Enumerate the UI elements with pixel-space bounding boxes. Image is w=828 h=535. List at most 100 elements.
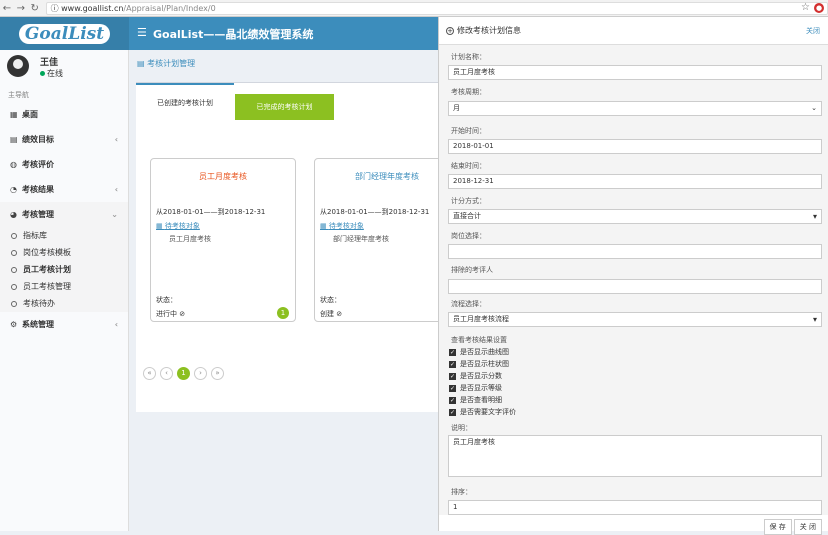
- subitem-employee-plan[interactable]: 员工考核计划: [0, 261, 128, 278]
- plan-panel: 已创建的考核计划 已完成的考核计划 员工月度考核 从2018-01-01——到2…: [136, 82, 460, 412]
- browser-bar: ← → ↻ ⓘ www.goallist.cn/Appraisal/Plan/I…: [0, 0, 828, 17]
- checkbox-label: 是否显示曲线图: [460, 348, 509, 356]
- sidebar-item-goals[interactable]: ▤ 绩效目标 ‹: [0, 127, 128, 152]
- app-title: GoalList——晶北绩效管理系统: [153, 28, 314, 41]
- sidebar: 王佳 在线 主导航 ▦ 桌面 ▤ 绩效目标 ‹ ◍ 考核评价 ◔ 考核结果 ‹ ◕ 考核管理 ⌄…: [0, 50, 129, 531]
- subitem-label: 员工考核管理: [23, 282, 71, 291]
- card-date: 从2018-01-01——到2018-12-31: [320, 208, 430, 216]
- url-bar[interactable]: ⓘ www.goallist.cn/Appraisal/Plan/Index/0: [45, 1, 828, 15]
- card-status: 进行中 ⊘: [156, 309, 185, 319]
- card-title: 员工月度考核: [199, 172, 247, 181]
- cancel-button[interactable]: 关 闭: [793, 519, 822, 535]
- nav-header: 主导航: [8, 91, 29, 99]
- save-button[interactable]: 保 存: [763, 519, 792, 535]
- sidebar-item-management[interactable]: ◕ 考核管理 ⌄: [0, 202, 128, 227]
- sidebar-item-evaluation[interactable]: ◍ 考核评价: [0, 152, 128, 177]
- card-status-label: 状态：: [320, 296, 341, 304]
- chevron-left-icon: ‹: [114, 185, 118, 194]
- next-page-button[interactable]: ›: [194, 367, 207, 380]
- period-select[interactable]: 月 ⌄: [448, 101, 822, 116]
- card-link[interactable]: ▦ 待考核对象: [156, 221, 200, 231]
- checkbox-detail[interactable]: ✓ 是否查看明细: [449, 395, 502, 405]
- card-list: 员工月度考核 从2018-01-01——到2018-12-31 ▦ 待考核对象 …: [136, 148, 460, 348]
- url-path: /Appraisal/Plan/Index/0: [123, 3, 216, 13]
- user-name: 王佳: [40, 58, 59, 68]
- checkbox-icon: ✓: [449, 384, 456, 392]
- checkbox-score[interactable]: ✓ 是否显示分数: [449, 371, 502, 381]
- checkbox-label: 是否显示等级: [460, 384, 502, 392]
- gear-icon: ⚙: [10, 320, 18, 329]
- sidebar-item-system[interactable]: ⚙ 系统管理 ‹: [0, 312, 128, 337]
- subitem-indicator-library[interactable]: 指标库: [0, 227, 128, 244]
- modal-header: + 修改考核计划信息: [439, 17, 828, 45]
- page-1-button[interactable]: 1: [177, 367, 190, 380]
- checkbox-icon: ✓: [449, 348, 456, 356]
- subitem-todo[interactable]: 考核待办: [0, 295, 128, 312]
- order-input[interactable]: 1: [448, 500, 822, 515]
- forward-icon[interactable]: →: [14, 3, 28, 14]
- period-value: 月: [453, 104, 460, 112]
- extension-icon[interactable]: ●: [814, 3, 824, 13]
- main-content: ▤ 考核计划管理 已创建的考核计划 已完成的考核计划 员工月度考核 从2018-…: [129, 50, 460, 531]
- desc-textarea[interactable]: 员工月度考核: [448, 435, 822, 477]
- sidebar-item-results[interactable]: ◔ 考核结果 ‹: [0, 177, 128, 202]
- score-select[interactable]: 直接合计: [448, 209, 822, 224]
- subitem-label: 岗位考核模板: [23, 248, 71, 257]
- user-panel: 王佳 在线: [0, 50, 128, 88]
- post-label: 岗位选择：: [451, 232, 486, 240]
- grid-icon: ▦: [10, 110, 18, 119]
- desc-label: 说明：: [451, 424, 472, 432]
- first-page-button[interactable]: «: [143, 367, 156, 380]
- sidebar-item-label: 绩效目标: [22, 135, 54, 144]
- end-label: 结束时间：: [451, 162, 486, 170]
- prev-page-button[interactable]: ‹: [160, 367, 173, 380]
- exclude-input[interactable]: [448, 279, 822, 294]
- plus-circle-icon: +: [446, 26, 454, 35]
- sidebar-item-label: 考核评价: [22, 160, 54, 169]
- checkbox-bar[interactable]: ✓ 是否显示柱状图: [449, 359, 509, 369]
- menu-toggle-icon[interactable]: ☰: [137, 26, 147, 39]
- checkbox-label: 是否查看明细: [460, 396, 502, 404]
- edit-plan-modal: + 修改考核计划信息 关闭 计划名称： 员工月度考核 考核周期： 月 ⌄ 开始时间：…: [438, 17, 828, 535]
- circle-icon: [11, 266, 17, 273]
- subitem-post-template[interactable]: 岗位考核模板: [0, 244, 128, 261]
- tab-completed[interactable]: 已完成的考核计划: [235, 94, 334, 120]
- sidebar-item-desktop[interactable]: ▦ 桌面: [0, 102, 128, 127]
- card-status: 创建 ⊘: [320, 309, 342, 319]
- subitem-label: 指标库: [23, 231, 47, 240]
- circle-icon: [11, 283, 17, 290]
- plan-card[interactable]: 员工月度考核 从2018-01-01——到2018-12-31 ▦ 待考核对象 …: [150, 158, 296, 322]
- last-page-button[interactable]: »: [211, 367, 224, 380]
- dashboard-icon: ◕: [10, 210, 17, 219]
- checkbox-curve[interactable]: ✓ 是否显示曲线图: [449, 347, 509, 357]
- card-badge: 1: [277, 307, 289, 319]
- checkbox-grade[interactable]: ✓ 是否显示等级: [449, 383, 502, 393]
- flow-label: 流程选择：: [451, 300, 486, 308]
- back-icon[interactable]: ←: [0, 3, 14, 14]
- logo[interactable]: GoalList: [0, 17, 129, 50]
- modal-buttons: 保 存 关 闭: [763, 519, 822, 535]
- checkbox-text-eval[interactable]: ✓ 是否需要文字评价: [449, 407, 516, 417]
- sidebar-item-label: 考核管理: [22, 210, 54, 219]
- checkbox-label: 是否显示柱状图: [460, 360, 509, 368]
- post-input[interactable]: [448, 244, 822, 259]
- start-label: 开始时间：: [451, 127, 486, 135]
- end-date-input[interactable]: 2018-12-31: [448, 174, 822, 189]
- card-link[interactable]: ▦ 待考核对象: [320, 221, 364, 231]
- chevron-left-icon: ‹: [114, 320, 118, 329]
- star-icon[interactable]: ☆: [801, 2, 810, 13]
- tab-created[interactable]: 已创建的考核计划: [136, 83, 234, 120]
- subitem-label: 考核待办: [23, 299, 55, 308]
- close-link[interactable]: 关闭: [806, 26, 820, 36]
- subitem-employee-management[interactable]: 员工考核管理: [0, 278, 128, 295]
- pagination: « ‹ 1 › »: [143, 367, 224, 380]
- circle-icon: [11, 249, 17, 256]
- start-date-input[interactable]: 2018-01-01: [448, 139, 822, 154]
- card-status-label: 状态：: [156, 296, 177, 304]
- checkbox-icon: ✓: [449, 360, 456, 368]
- reload-icon[interactable]: ↻: [28, 3, 42, 14]
- plan-name-input[interactable]: 员工月度考核: [448, 65, 822, 80]
- card-date: 从2018-01-01——到2018-12-31: [156, 208, 266, 216]
- modal-title: 修改考核计划信息: [457, 26, 521, 35]
- flow-select[interactable]: 员工月度考核流程: [448, 312, 822, 327]
